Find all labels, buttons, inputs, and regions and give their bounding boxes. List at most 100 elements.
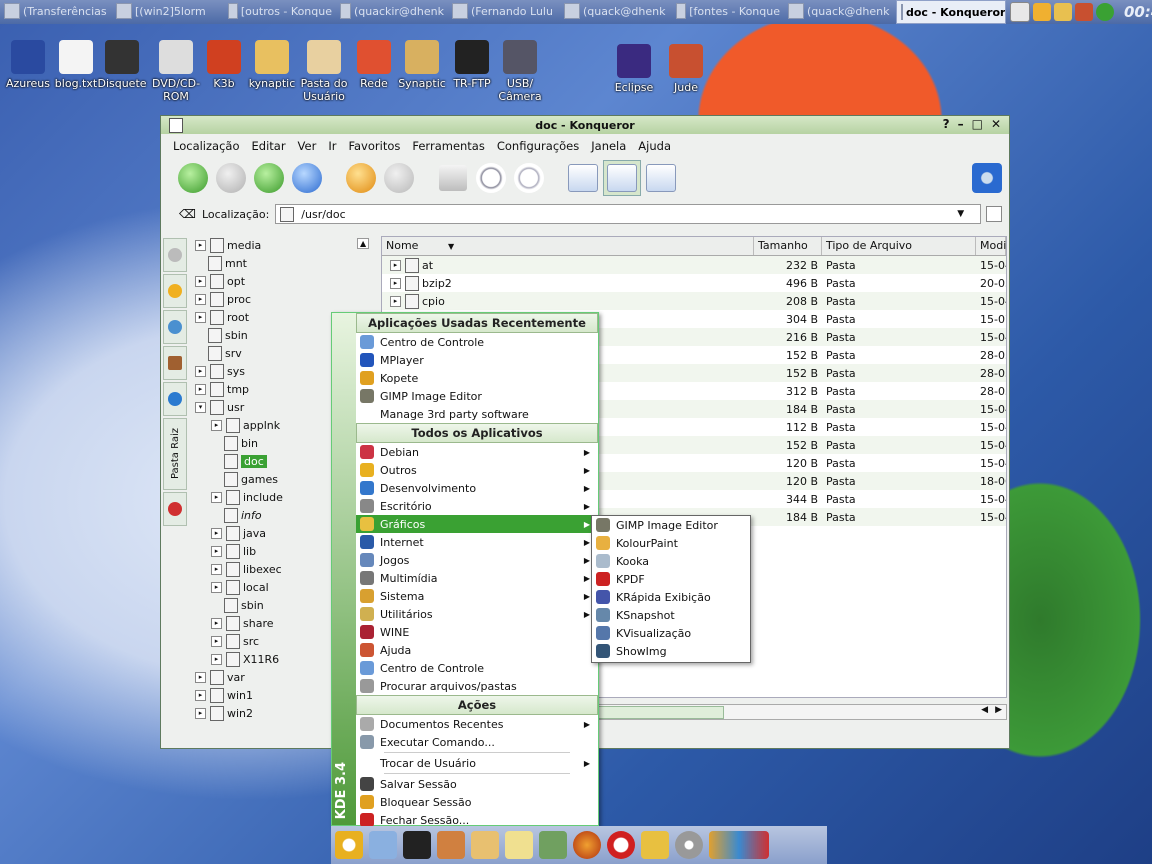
expand-icon[interactable]: ▸ <box>195 365 206 377</box>
home-folder-icon[interactable] <box>437 831 465 859</box>
k-menu-item[interactable]: Executar Comando... <box>356 733 598 751</box>
file-row[interactable]: ▸ at 232 B Pasta 15-04 <box>382 256 1006 274</box>
quick-launch-icons[interactable] <box>709 831 769 859</box>
reload-button[interactable] <box>343 161 379 195</box>
maximize-button[interactable]: □ <box>972 117 983 131</box>
k-menu-item[interactable]: Debian ▶ <box>356 443 598 461</box>
k-menu-item[interactable]: Escritório ▶ <box>356 497 598 515</box>
kopete-icon[interactable] <box>539 831 567 859</box>
scroll-left-icon[interactable]: ◀ <box>981 705 988 715</box>
minimize-button[interactable]: – <box>958 117 964 131</box>
menu-item[interactable]: Editar <box>246 139 292 153</box>
k-menu-item[interactable]: Internet ▶ <box>356 533 598 551</box>
k-menu-item[interactable]: Sistema ▶ <box>356 587 598 605</box>
taskbar-task[interactable]: (Transferências <box>0 0 112 22</box>
expand-icon[interactable]: ▸ <box>211 653 222 665</box>
help-button[interactable]: ? <box>943 117 950 131</box>
k-menu-icon[interactable] <box>335 831 363 859</box>
k-menu-item[interactable]: Desenvolvimento ▶ <box>356 479 598 497</box>
k-menu-item[interactable]: GIMP Image Editor <box>356 387 598 405</box>
submenu-item[interactable]: KolourPaint <box>592 534 750 552</box>
expand-icon[interactable]: ▸ <box>195 275 206 287</box>
window-titlebar[interactable]: doc - Konqueror ? – □ ✕ <box>161 116 1009 134</box>
sidebar-tab-bookmarks[interactable] <box>163 274 187 308</box>
expand-icon[interactable]: ▸ <box>211 419 222 431</box>
configure-button[interactable] <box>969 161 1005 195</box>
expand-icon[interactable]: ▸ <box>390 259 401 271</box>
location-input[interactable]: /usr/doc <box>275 204 982 224</box>
submenu-item[interactable]: Kooka <box>592 552 750 570</box>
k-menu-item[interactable]: Outros ▶ <box>356 461 598 479</box>
terminal-icon[interactable] <box>403 831 431 859</box>
menu-item[interactable]: Favoritos <box>342 139 406 153</box>
file-row[interactable]: ▸ cpio 208 B Pasta 15-04 <box>382 292 1006 310</box>
expand-icon[interactable]: ▸ <box>195 671 206 683</box>
taskbar-task[interactable]: (Fernando Lulu <box>448 0 560 22</box>
column-header[interactable]: Modi <box>976 237 1006 255</box>
horizontal-scrollbar[interactable]: ◀ ▶ <box>597 704 1007 720</box>
preview-view-button[interactable] <box>643 161 679 195</box>
close-button[interactable]: ✕ <box>991 117 1001 131</box>
user-icon[interactable] <box>641 831 669 859</box>
expand-icon[interactable]: ▸ <box>195 707 206 719</box>
column-header[interactable]: Tamanho <box>754 237 822 255</box>
sidebar-tab-devices[interactable] <box>163 238 187 272</box>
taskbar-task[interactable]: [fontes - Konque <box>672 0 784 22</box>
sidebar-tab-home[interactable] <box>163 346 187 380</box>
desktop-icon[interactable]: Synaptic <box>394 40 450 90</box>
k-menu-item[interactable]: Procurar arquivos/pastas <box>356 677 598 695</box>
tree-item[interactable]: ▸ media <box>191 236 371 254</box>
sidebar-tab-network[interactable] <box>163 382 187 416</box>
desktop-icon[interactable] <box>369 831 397 859</box>
kde-icon[interactable] <box>1010 2 1030 22</box>
disc-icon[interactable] <box>675 831 703 859</box>
taskbar-task[interactable]: (quack@dhenk <box>784 0 896 22</box>
file-row[interactable]: ▸ bzip2 496 B Pasta 20-05 <box>382 274 1006 292</box>
sidebar-tab-root[interactable]: Pasta Raiz <box>163 418 187 490</box>
expand-icon[interactable]: ▸ <box>211 545 222 557</box>
desktop-icon[interactable]: Disquete <box>94 40 150 90</box>
collapse-icon[interactable]: ▾ <box>195 401 206 413</box>
submenu-item[interactable]: KRápida Exibição <box>592 588 750 606</box>
tree-item[interactable]: ▸ opt <box>191 272 371 290</box>
desktop-icon[interactable]: kynaptic <box>244 40 300 90</box>
submenu-item[interactable]: ShowImg <box>592 642 750 660</box>
detail-view-button[interactable] <box>603 160 641 196</box>
k-menu-item[interactable]: MPlayer <box>356 351 598 369</box>
k-menu-item[interactable]: Multimídia ▶ <box>356 569 598 587</box>
menu-item[interactable]: Configurações <box>491 139 585 153</box>
k-menu-item[interactable]: Centro de Controle <box>356 659 598 677</box>
back-button[interactable] <box>175 161 211 195</box>
k-menu-item[interactable]: Trocar de Usuário ▶ <box>356 754 598 772</box>
zoom-in-button[interactable] <box>473 161 509 195</box>
column-header[interactable]: Tipo de Arquivo <box>822 237 976 255</box>
location-dropdown-icon[interactable]: ▼ <box>957 209 964 219</box>
desktop-icon[interactable]: Eclipse <box>606 44 662 94</box>
expand-icon[interactable]: ▸ <box>211 563 222 575</box>
expand-icon[interactable]: ▸ <box>195 311 206 323</box>
menu-item[interactable]: Ajuda <box>632 139 677 153</box>
expand-icon[interactable]: ▸ <box>195 383 206 395</box>
k-menu-item[interactable]: Gráficos ▶ <box>356 515 598 533</box>
k-menu-item[interactable]: Utilitários ▶ <box>356 605 598 623</box>
expand-icon[interactable]: ▸ <box>390 295 401 307</box>
forward-button[interactable] <box>213 161 249 195</box>
scrollbar-thumb[interactable] <box>598 706 724 719</box>
menu-item[interactable]: Janela <box>585 139 632 153</box>
taskbar-task[interactable]: doc - Konqueror <box>896 0 1006 24</box>
scroll-right-icon[interactable]: ▶ <box>995 705 1002 715</box>
taskbar-task[interactable]: (quack@dhenk <box>560 0 672 22</box>
taskbar-task[interactable]: [(win2]5lorm <box>112 0 224 22</box>
k-menu-item[interactable]: Documentos Recentes ▶ <box>356 715 598 733</box>
submenu-item[interactable]: KVisualização <box>592 624 750 642</box>
sidebar-tab-history[interactable] <box>163 310 187 344</box>
expand-icon[interactable]: ▸ <box>211 581 222 593</box>
desktop-icon[interactable]: Jude <box>658 44 714 94</box>
up-button[interactable] <box>251 161 287 195</box>
k-menu-item[interactable]: Bloquear Sessão <box>356 793 598 811</box>
k-menu-item[interactable]: WINE <box>356 623 598 641</box>
zoom-out-button[interactable] <box>511 161 547 195</box>
k-menu-item[interactable]: Ajuda <box>356 641 598 659</box>
taskbar-task[interactable]: [outros - Konque <box>224 0 336 22</box>
stop-button[interactable] <box>381 161 417 195</box>
